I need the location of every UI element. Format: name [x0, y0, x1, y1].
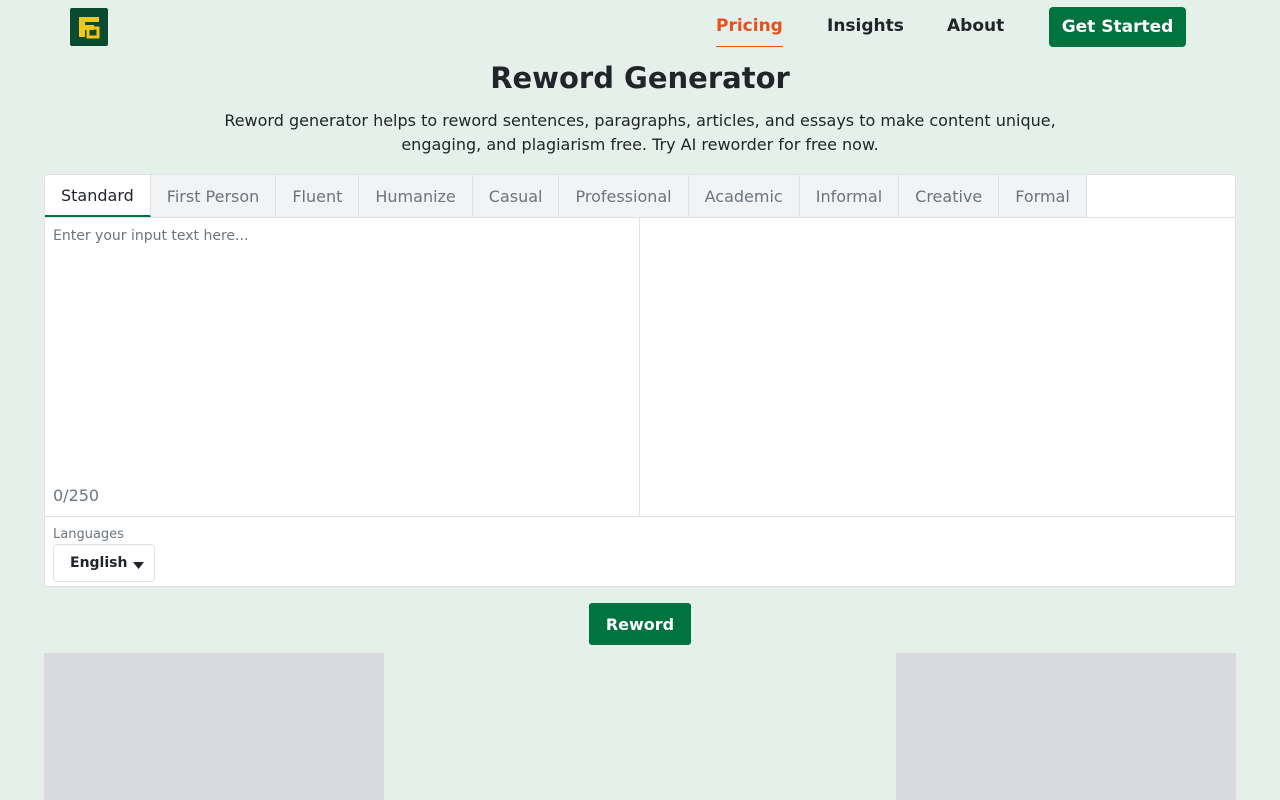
- character-counter: 0/250: [53, 486, 100, 505]
- mode-tabs: Standard First Person Fluent Humanize Ca…: [45, 175, 1235, 218]
- tab-professional[interactable]: Professional: [559, 175, 689, 217]
- ad-placeholder-left: [44, 653, 384, 800]
- page-subtitle: Reword generator helps to reword sentenc…: [224, 111, 1056, 154]
- site-header: Pricing Insights About Get Started: [0, 0, 1280, 54]
- nav-about-link[interactable]: About: [947, 16, 1004, 36]
- page-title: Reword Generator: [490, 61, 790, 95]
- tab-standard[interactable]: Standard: [45, 175, 151, 217]
- language-dropdown[interactable]: English: [53, 544, 155, 582]
- tab-academic[interactable]: Academic: [688, 175, 800, 217]
- languages-label: Languages: [53, 527, 124, 542]
- output-pane[interactable]: [640, 218, 1235, 516]
- input-pane: 0/250: [45, 218, 640, 516]
- tab-informal[interactable]: Informal: [799, 175, 900, 217]
- tab-casual[interactable]: Casual: [472, 175, 560, 217]
- tab-humanize[interactable]: Humanize: [359, 175, 473, 217]
- caret-down-icon: [133, 557, 145, 573]
- tab-formal[interactable]: Formal: [999, 175, 1087, 217]
- nav-pricing-link[interactable]: Pricing: [716, 16, 783, 47]
- language-section: Languages English: [45, 516, 1235, 586]
- input-textarea[interactable]: [45, 218, 639, 478]
- reword-button[interactable]: Reword: [589, 603, 691, 645]
- reword-editor-card: Standard First Person Fluent Humanize Ca…: [44, 174, 1236, 587]
- tab-fluent[interactable]: Fluent: [276, 175, 360, 217]
- ad-placeholder-right: [896, 653, 1236, 800]
- tab-creative[interactable]: Creative: [899, 175, 1000, 217]
- tab-first-person[interactable]: First Person: [150, 175, 277, 217]
- get-started-button[interactable]: Get Started: [1049, 7, 1186, 47]
- nav-insights-link[interactable]: Insights: [827, 16, 904, 36]
- language-selected: English: [70, 555, 128, 571]
- brand-logo-icon[interactable]: [70, 8, 108, 46]
